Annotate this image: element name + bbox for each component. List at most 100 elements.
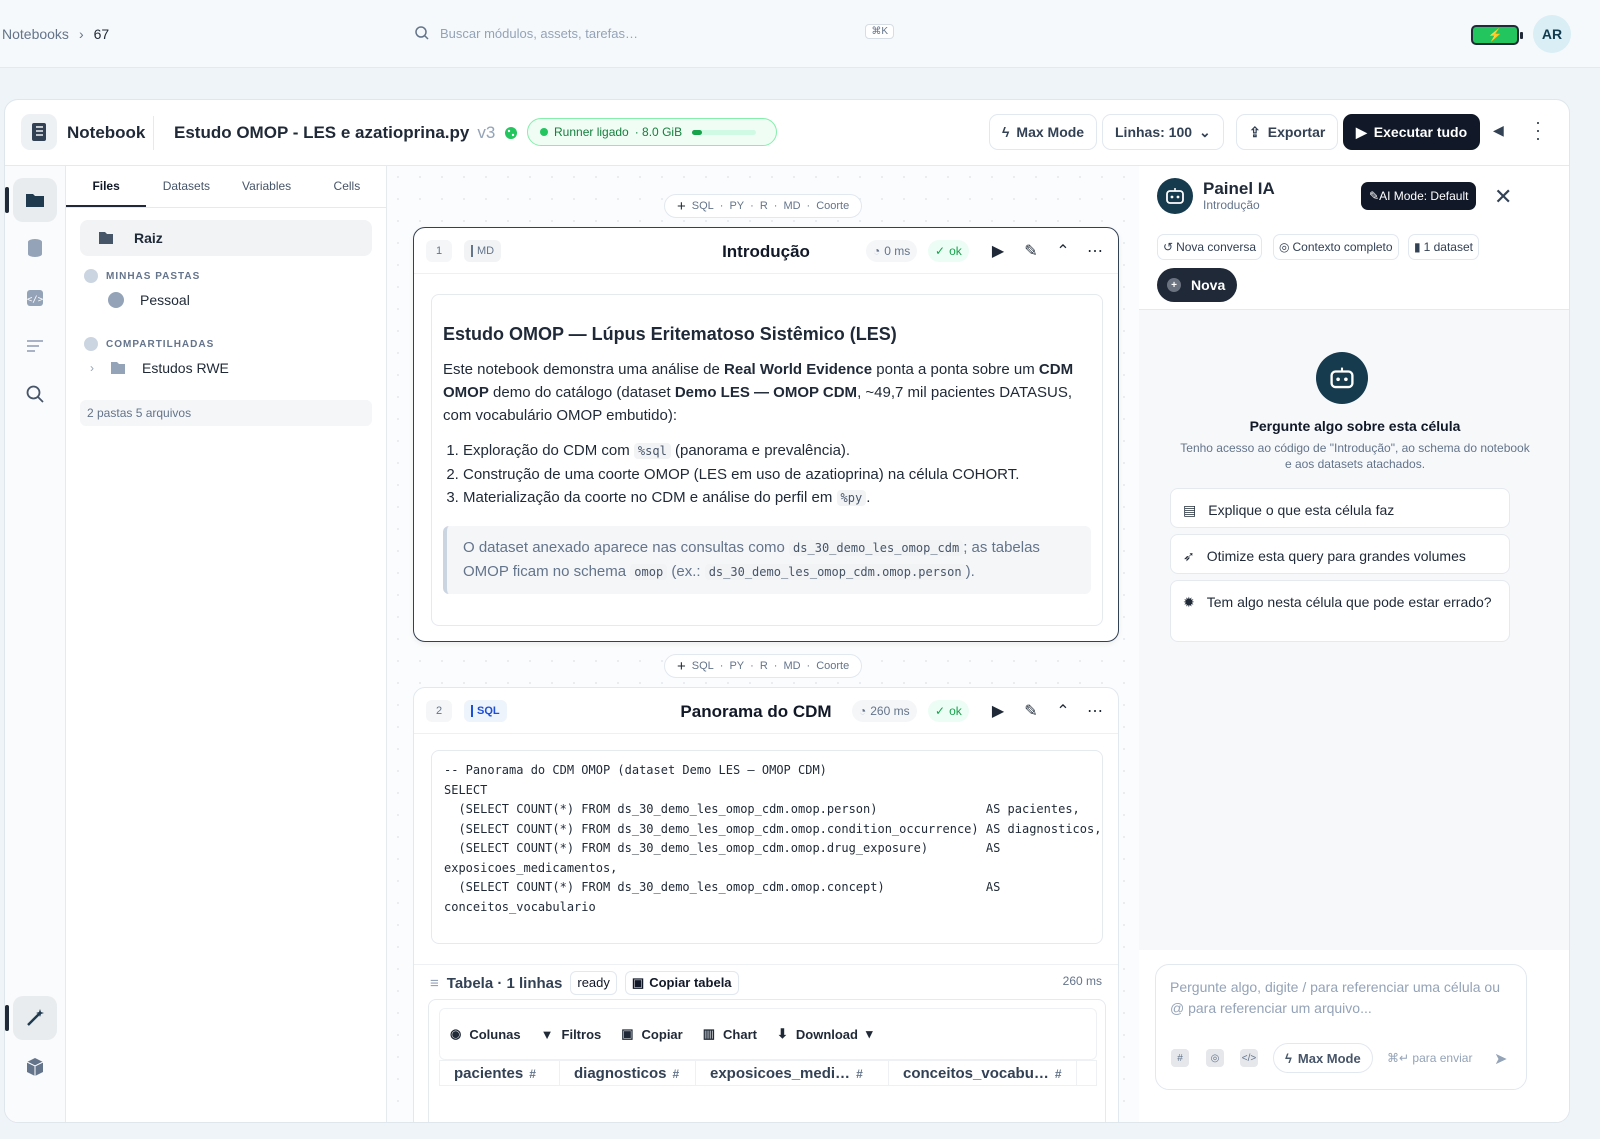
ai-mode-button[interactable]: ✎AI Mode: Default — [1361, 182, 1477, 210]
battery-icon: ⚡ — [1471, 25, 1523, 45]
cell-inserter[interactable]: + SQL · PY · R · MD · Coorte — [664, 194, 863, 218]
insert-py[interactable]: PY — [729, 200, 744, 212]
tab-files[interactable]: Files — [66, 166, 147, 207]
run-cell-icon[interactable]: ▶ — [987, 240, 1009, 262]
magic-wand-icon[interactable]: ✎ — [1020, 240, 1042, 262]
insert-r[interactable]: R — [760, 660, 768, 672]
close-icon[interactable]: ✕ — [1494, 184, 1512, 210]
cell-status: ✓ ok — [928, 700, 969, 722]
code-icon[interactable]: </> — [13, 276, 57, 320]
runner-memory: · 8.0 GiB — [634, 125, 683, 139]
send-icon[interactable]: ➤ — [1494, 1049, 1507, 1069]
insert-cohort[interactable]: Coorte — [816, 200, 849, 212]
chart-button[interactable]: ▥ Chart — [703, 1026, 757, 1042]
search-icon[interactable] — [13, 372, 57, 416]
folder-personal[interactable]: Pessoal — [108, 292, 190, 308]
more-horizontal-icon[interactable]: ⋯ — [1084, 700, 1106, 722]
max-mode-button[interactable]: ϟ Max Mode — [989, 114, 1098, 150]
clock-icon: ◔ — [859, 704, 867, 718]
chevron-right-icon[interactable]: › — [90, 361, 94, 375]
search-box[interactable]: Buscar módulos, assets, tarefas… ⌘K — [414, 18, 910, 48]
divider — [153, 116, 154, 150]
breadcrumb-current[interactable]: 67 — [94, 26, 110, 42]
package-icon[interactable] — [13, 1045, 57, 1089]
ai-panel-header: Painel IA Introdução ✎AI Mode: Default ✕… — [1139, 166, 1569, 310]
insert-cohort[interactable]: Coorte — [816, 660, 849, 672]
insert-sql[interactable]: SQL — [692, 660, 714, 672]
suggestion-bug[interactable]: ✹ Tem algo nesta célula que pode estar er… — [1170, 580, 1510, 642]
hash-icon[interactable]: # — [1171, 1049, 1189, 1067]
files-panel: Files Datasets Variables Cells Raiz MINH… — [66, 166, 387, 1122]
chevron-up-icon[interactable]: ⌃ — [1052, 700, 1074, 722]
chevron-up-icon[interactable]: ⌃ — [1052, 240, 1074, 262]
dataset-chip[interactable]: ▮ 1 dataset — [1408, 234, 1479, 260]
insert-sql[interactable]: SQL — [692, 200, 714, 212]
result-state-badge: ready — [570, 971, 617, 995]
folder-root[interactable]: Raiz — [80, 220, 372, 256]
suggestion-explain[interactable]: ▤ Explique o que esta célula faz — [1170, 488, 1510, 528]
ai-composer[interactable]: Pergunte algo, digite / para referenciar… — [1155, 964, 1527, 1090]
insert-py[interactable]: PY — [729, 660, 744, 672]
column-header[interactable]: conceitos_vocabu… # — [889, 1061, 1077, 1085]
copy-button[interactable]: ▣ Copiar — [621, 1026, 682, 1042]
insert-r[interactable]: R — [760, 200, 768, 212]
new-chat-button[interactable]: + Nova — [1157, 268, 1238, 302]
filters-button[interactable]: ▼ Filtros — [541, 1027, 602, 1042]
result-panel: ≡ Tabela · 1 linhas ready ▣ Copiar tabela… — [414, 964, 1118, 1122]
more-horizontal-icon[interactable]: ⋯ — [1084, 240, 1106, 262]
shared-label: COMPARTILHADAS — [106, 338, 215, 350]
folder-personal-label: Pessoal — [140, 292, 190, 308]
insert-md[interactable]: MD — [783, 200, 800, 212]
cell-inserter[interactable]: + SQL · PY · R · MD · Coorte — [664, 654, 863, 678]
runner-status[interactable]: Runner ligado · 8.0 GiB — [527, 118, 777, 146]
search-shortcut: ⌘K — [865, 24, 894, 39]
run-cell-icon[interactable]: ▶ — [987, 700, 1009, 722]
copy-table-button[interactable]: ▣ Copiar tabela — [624, 971, 739, 995]
new-conversation-chip[interactable]: ↺ Nova conversa — [1157, 234, 1263, 260]
code-icon[interactable]: </> — [1240, 1049, 1258, 1067]
my-folders-label: MINHAS PASTAS — [106, 270, 201, 282]
notebook-cell[interactable]: 2 SQL Panorama do CDM ◔ 260 ms ✓ ok ▶ ✎ ⌃ … — [413, 687, 1119, 1122]
clock-icon: ◔ — [873, 244, 881, 258]
more-vertical-icon[interactable]: · · · — [1535, 113, 1541, 147]
download-button[interactable]: ⬇ Download ▾ — [777, 1026, 873, 1042]
lines-select[interactable]: Linhas: 100 ⌄ — [1102, 114, 1224, 150]
version-label: v3 — [477, 123, 496, 142]
column-header[interactable]: diagnosticos # — [560, 1061, 696, 1085]
magic-wand-icon[interactable] — [13, 996, 57, 1040]
runner-label: Runner ligado — [554, 125, 629, 139]
insert-md[interactable]: MD — [783, 660, 800, 672]
avatar[interactable]: AR — [1533, 15, 1571, 53]
magic-wand-icon[interactable]: ✎ — [1020, 700, 1042, 722]
context-icon[interactable]: ◎ — [1206, 1049, 1224, 1067]
md-list: Exploração do CDM com %sql (panorama e p… — [463, 439, 1091, 510]
document-icon: ▤ — [1183, 502, 1197, 518]
folder-icon[interactable] — [13, 178, 57, 222]
cell-time: ◔ 0 ms — [866, 240, 918, 262]
collapse-left-icon[interactable]: ◀ — [1493, 122, 1504, 139]
notebook-title[interactable]: Estudo OMOP - LES e azatioprina.py v3 — [174, 123, 519, 143]
tab-datasets[interactable]: Datasets — [146, 166, 226, 207]
sql-editor[interactable]: -- Panorama do CDM OMOP (dataset Demo LE… — [431, 750, 1103, 944]
breadcrumb: Notebooks › 67 — [2, 26, 109, 42]
cell-title[interactable]: Introdução — [414, 242, 1118, 262]
export-button[interactable]: ⇪ Exportar — [1236, 114, 1339, 150]
full-context-chip[interactable]: ◎ Contexto completo — [1273, 234, 1399, 260]
max-mode-toggle[interactable]: ϟ Max Mode — [1273, 1043, 1373, 1073]
suggestion-optimize[interactable]: ➶ Otimize esta query para grandes volumes — [1170, 534, 1510, 574]
column-header[interactable]: exposicoes_medi… # — [696, 1061, 889, 1085]
breadcrumb-notebooks[interactable]: Notebooks — [2, 26, 69, 42]
database-icon[interactable] — [13, 226, 57, 270]
runner-dot-icon — [540, 128, 548, 136]
user-icon — [84, 269, 98, 283]
notebook-cell[interactable]: 1 MD Introdução ◔ 0 ms ✓ ok ▶ ✎ ⌃ ⋯ Estudo… — [413, 227, 1119, 642]
tab-variables[interactable]: Variables — [227, 166, 307, 207]
export-icon: ⇪ — [1249, 123, 1261, 140]
run-all-label: Executar tudo — [1373, 124, 1468, 140]
columns-button[interactable]: ◉ Colunas — [450, 1026, 521, 1042]
list-icon[interactable] — [13, 324, 57, 368]
tab-cells[interactable]: Cells — [307, 166, 387, 207]
run-all-button[interactable]: ▶ Executar tudo — [1343, 114, 1481, 150]
column-header[interactable]: pacientes # — [440, 1061, 560, 1085]
folder-estudos-rwe[interactable]: › Estudos RWE — [90, 360, 229, 376]
